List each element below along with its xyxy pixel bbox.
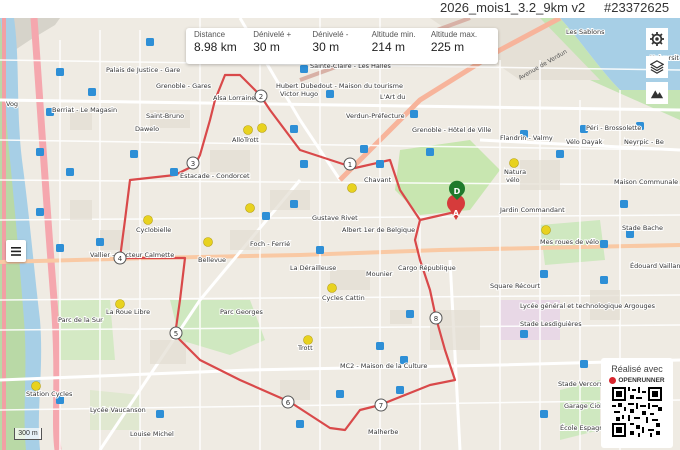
map-label-maison-communale: Maison Communale xyxy=(614,178,678,186)
brand-name: OPENRUNNER xyxy=(618,377,665,384)
map-label-albert: Albert 1er de Belgique xyxy=(342,226,415,234)
svg-text:5: 5 xyxy=(174,330,178,338)
stat-altitude-max: Altitude max. 225 m xyxy=(430,30,478,54)
map-label-garage: Garage Ciolfi xyxy=(564,402,606,410)
map-label-estacade: Estacade - Condorcet xyxy=(180,172,250,180)
stat-elevation-gain: Dénivelé + 30 m xyxy=(253,30,292,54)
layers-button[interactable] xyxy=(646,56,668,78)
stat-distance: Distance 8.98 km xyxy=(194,30,237,54)
map-label-parc-georges: Parc Georges xyxy=(220,308,263,316)
svg-text:6: 6 xyxy=(286,399,291,407)
map-label-foch: Foch - Ferrié xyxy=(250,240,290,248)
map-label-flandrin: Flandrin - Valmy xyxy=(500,134,553,142)
map-label-stade-vercors: Stade Vercors xyxy=(558,380,604,388)
hamburger-icon xyxy=(11,246,21,256)
map-label-parc-sur: Parc de la Sur xyxy=(58,316,103,324)
map-label-velo-short: vélo xyxy=(506,176,520,184)
map-label-malherbe: Malherbe xyxy=(368,428,398,436)
map-label-mounier: Mounier xyxy=(366,270,393,278)
map-label-lart: L'Art du xyxy=(380,93,405,101)
map-label-square: Square Récourt xyxy=(490,282,541,290)
route-title: 2026_mois1_3.2_9km v2 xyxy=(440,0,586,15)
map-label-velo-dayak: Vélo Dayak xyxy=(566,138,603,146)
map-label-cyclobielle: Cyclobielle xyxy=(136,226,171,234)
map-label-hotel-ville: Grenoble - Hôtel de Ville xyxy=(412,126,491,134)
map-label-louise: Louise Michel xyxy=(130,430,174,438)
map-label-peri: Péri - Brossolette xyxy=(586,124,641,132)
settings-button[interactable] xyxy=(646,28,668,50)
map-label-grenoble-gares: Grenoble - Gares xyxy=(156,82,212,90)
map-label-lycee-vaucanson: Lycée Vaucanson xyxy=(90,406,146,414)
route-id: #23372625 xyxy=(604,0,670,15)
km-marker-8: 8 xyxy=(429,311,443,325)
menu-button[interactable] xyxy=(6,240,26,262)
map-canvas[interactable]: Palais de Justice - Gare Berriat - Le Ma… xyxy=(0,18,680,450)
scale-bar: 300 m xyxy=(14,428,42,440)
km-marker-5: 5 xyxy=(169,326,183,340)
map-label-neyrpic: Neyrpic - Be xyxy=(624,138,664,146)
map-label-mc2: MC2 - Maison de la Culture xyxy=(340,362,427,370)
map-label-lycee: Lycée général et technologique Argouges xyxy=(520,302,656,310)
km-marker-2: 2 xyxy=(254,89,268,103)
map-label-cycles-cattin: Cycles Cattin xyxy=(322,294,365,302)
svg-text:D: D xyxy=(454,187,461,196)
openrunner-logo-icon xyxy=(609,377,617,384)
map-label-chavant: Chavant xyxy=(364,176,392,184)
map-label-saint-bruno: Saint-Bruno xyxy=(146,112,184,120)
map-label-les-sablons: Les Sablons xyxy=(566,28,605,36)
svg-text:A: A xyxy=(453,209,460,218)
map-label-palais: Palais de Justice - Gare xyxy=(106,66,180,74)
map-label-station-cycles: Station Cycles xyxy=(26,390,73,398)
qr-code[interactable] xyxy=(612,387,662,437)
map-label-bellevue: Bellevue xyxy=(198,256,226,264)
map-label-natura: Natura xyxy=(504,168,526,176)
map-label-vallier: Vallier - Docteur Calmette xyxy=(90,251,174,259)
svg-text:8: 8 xyxy=(434,315,438,323)
map-label-victor-hugo: Victor Hugo xyxy=(280,90,318,98)
title-bar: 2026_mois1_3.2_9km v2 #23372625 xyxy=(0,0,680,18)
gear-icon xyxy=(650,32,664,46)
map-label-stade: Stade Bache xyxy=(622,224,663,232)
km-marker-7: 7 xyxy=(374,398,388,412)
svg-text:1: 1 xyxy=(348,161,352,169)
branding-box: Réalisé avec OPENRUNNER xyxy=(601,358,673,448)
map-label-trott: Trott xyxy=(297,344,313,352)
map-label-hubert: Hubert Dubedout - Maison du tourisme xyxy=(276,82,403,90)
km-marker-4: 4 xyxy=(113,251,127,265)
map-label-allotrott: AlloTrott xyxy=(232,136,259,144)
km-marker-6: 6 xyxy=(281,395,295,409)
map-label-edouard: Édouard Vaillant xyxy=(630,261,680,270)
map-label-la-roue-libre: La Roue Libre xyxy=(106,308,150,316)
svg-text:4: 4 xyxy=(118,255,123,263)
map-label-vog: Vog xyxy=(6,100,18,108)
map-label-jardin: Jardin Commandant xyxy=(499,206,565,214)
map-label-gustave: Gustave Rivet xyxy=(312,214,358,222)
mountain-icon xyxy=(650,90,664,99)
map-label-verdun: Verdun-Préfecture xyxy=(346,112,405,120)
stat-elevation-loss: Dénivelé - 30 m xyxy=(312,30,349,54)
map-label-dawelo: Dawelo xyxy=(135,125,159,133)
layers-icon xyxy=(650,60,664,74)
map-label-stade-lesdi: Stade Lesdiguières xyxy=(520,320,582,328)
elevation-button[interactable] xyxy=(646,82,668,104)
svg-text:3: 3 xyxy=(191,160,195,168)
route-stats-panel: Distance 8.98 km Dénivelé + 30 m Dénivel… xyxy=(186,28,498,64)
map-label-deraille: La Dérailleuse xyxy=(290,264,336,272)
brand-logo: OPENRUNNER xyxy=(601,377,673,384)
map-label-berriat: Berriat - Le Magasin xyxy=(52,106,117,114)
map-svg: Palais de Justice - Gare Berriat - Le Ma… xyxy=(0,18,680,450)
svg-text:2: 2 xyxy=(259,93,263,101)
km-marker-1: 1 xyxy=(343,157,357,171)
stat-altitude-min: Altitude min. 214 m xyxy=(371,30,416,54)
map-label-cargo: Cargo République xyxy=(398,264,456,272)
svg-text:7: 7 xyxy=(379,402,383,410)
map-label-mes-roues: Mes roues de vélo xyxy=(540,238,599,246)
made-with-label: Réalisé avec xyxy=(611,364,663,374)
map-label-alsace: Alsa Lorraine xyxy=(213,94,255,102)
km-marker-3: 3 xyxy=(186,156,200,170)
